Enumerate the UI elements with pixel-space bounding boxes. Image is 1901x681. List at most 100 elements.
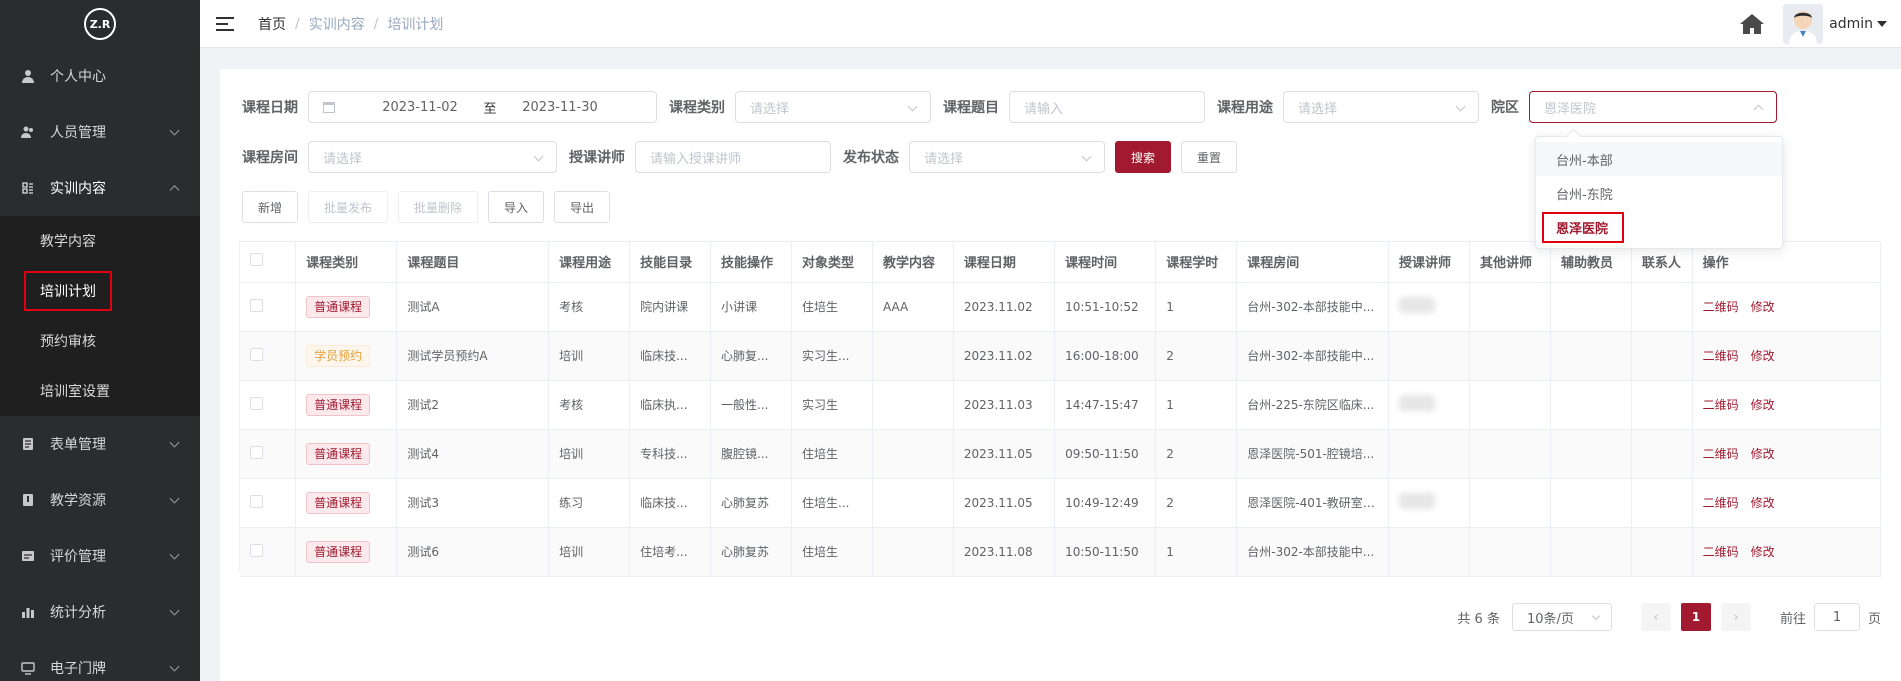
export-button[interactable]: 导出 [554,191,610,223]
table-row[interactable]: 普通课程 测试6 培训 住培考... 心肺复苏 住培生 2023.11.08 10:50-11… [240,527,1882,577]
column-header: 技能目录 [629,242,712,283]
sidebar-subitem-room-settings[interactable]: 培训室设置 [0,366,200,416]
next-page-button[interactable]: › [1720,603,1751,631]
date-start[interactable]: 2023-11-02 [365,100,475,115]
sidebar-subitem-teaching-content[interactable]: 教学内容 [0,216,200,266]
edit-link[interactable]: 修改 [1751,300,1775,314]
row-select-cell[interactable] [240,380,297,430]
sidebar-item-teaching-resources[interactable]: 教学资源 [0,472,200,528]
row-checkbox[interactable] [250,396,263,410]
table-row[interactable]: 普通课程 测试3 练习 临床技... 心肺复苏 住培生... 2023.11.05 10:49… [240,478,1882,528]
qrcode-link[interactable]: 二维码 [1703,300,1739,314]
column-header: 课程类别 [295,242,398,283]
cell-contact [1631,527,1693,577]
cell-other-teacher [1469,380,1551,430]
avatar[interactable] [1783,4,1824,44]
batch-publish-button[interactable]: 批量发布 [308,191,388,223]
title-input[interactable]: 请输入 [1009,91,1205,123]
date-end[interactable]: 2023-11-30 [505,100,615,115]
row-checkbox[interactable] [250,347,263,361]
sidebar-item-electronic-doorplate[interactable]: 电子门牌 [0,640,200,681]
campus-select[interactable]: 恩泽医院 [1529,91,1777,123]
table-row[interactable]: 普通课程 测试4 培训 专科技... 腹腔镜... 住培生 2023.11.05 09:50-… [240,429,1882,479]
table-row[interactable]: 普通课程 测试2 考核 临床执... 一般性... 实习生 2023.11.03 14:47-… [240,380,1882,430]
sidebar-subitem-training-plan[interactable]: 培训计划 [0,266,200,316]
sidebar-item-training-content[interactable]: 实训内容 [0,160,200,216]
cell-room: 台州-302-本部技能中... [1236,282,1390,332]
category-tag: 普通课程 [306,295,371,318]
table-row[interactable]: 普通课程 测试A 考核 院内讲课 小讲课 住培生 AAA 2023.11.02 10:51-10… [240,282,1882,332]
room-select[interactable]: 请选择 [308,141,557,173]
category-select[interactable]: 请选择 [735,91,931,123]
column-header: 课程题目 [396,242,550,283]
row-select-cell[interactable] [240,527,297,577]
chevron-down-icon [1455,101,1466,112]
edit-link[interactable]: 修改 [1751,496,1775,510]
edit-link[interactable]: 修改 [1751,398,1775,412]
cell-room: 恩泽医院-401-教研室/... [1236,478,1390,528]
cell-teach [872,478,954,528]
cell-target: 住培生 [791,527,873,577]
row-checkbox[interactable] [250,543,263,557]
date-range-picker[interactable]: 2023-11-02 至 2023-11-30 [308,91,657,123]
select-all-cell[interactable] [240,242,297,283]
chevron-down-icon [1081,151,1092,162]
cell-purpose: 培训 [548,429,631,479]
reset-button[interactable]: 重置 [1181,141,1237,173]
sidebar-item-statistics[interactable]: 统计分析 [0,584,200,640]
title-label: 课程题目 [943,100,999,116]
edit-link[interactable]: 修改 [1751,447,1775,461]
sidebar-subitem-reservation-review[interactable]: 预约审核 [0,316,200,366]
edit-link[interactable]: 修改 [1751,545,1775,559]
form-icon [20,436,36,452]
evaluate-icon [20,548,36,564]
dropdown-option-enze-hospital[interactable]: 恩泽医院 [1536,210,1782,244]
teacher-input[interactable]: 请输入授课讲师 [635,141,831,173]
search-button[interactable]: 搜索 [1115,141,1171,173]
sidebar-item-personal-center[interactable]: 个人中心 [0,48,200,104]
add-button[interactable]: 新增 [242,191,298,223]
qrcode-link[interactable]: 二维码 [1703,349,1739,363]
prev-page-button[interactable]: ‹ [1640,603,1671,631]
goto-page-input[interactable]: 1 [1813,603,1860,631]
sidebar-item-form-management[interactable]: 表单管理 [0,416,200,472]
cell-other-teacher [1469,331,1551,381]
cell-target: 住培生 [791,429,873,479]
status-label: 发布状态 [843,150,899,166]
qrcode-link[interactable]: 二维码 [1703,496,1739,510]
sidebar-item-evaluation-management[interactable]: 评价管理 [0,528,200,584]
import-button[interactable]: 导入 [488,191,544,223]
edit-link[interactable]: 修改 [1751,349,1775,363]
cell-purpose: 培训 [548,331,631,381]
row-select-cell[interactable] [240,331,297,381]
row-select-cell[interactable] [240,429,297,479]
qrcode-link[interactable]: 二维码 [1703,545,1739,559]
row-select-cell[interactable] [240,478,297,528]
status-select[interactable]: 请选择 [909,141,1105,173]
page-size-select[interactable]: 10条/页 [1511,603,1612,631]
user-name[interactable]: admin [1829,16,1873,32]
status-placeholder: 请选择 [924,151,964,167]
row-checkbox[interactable] [250,445,263,459]
qrcode-link[interactable]: 二维码 [1703,398,1739,412]
breadcrumb-home[interactable]: 首页 [258,14,286,34]
batch-delete-button[interactable]: 批量删除 [398,191,478,223]
cell-skill-dir: 院内讲课 [629,282,712,332]
caret-down-icon[interactable] [1877,21,1887,27]
menu-toggle-icon[interactable] [216,16,234,31]
table-row[interactable]: 学员预约 测试学员预约A 培训 临床技... 心肺复... 实习生... 2023.11.0… [240,331,1882,381]
dropdown-option-taizhou-east[interactable]: 台州-东院 [1536,176,1782,210]
dropdown-option-taizhou-main[interactable]: 台州-本部 [1536,142,1782,176]
purpose-select[interactable]: 请选择 [1283,91,1479,123]
option-label: 恩泽医院 [1542,211,1625,243]
home-icon[interactable] [1739,12,1765,36]
row-select-cell[interactable] [240,282,297,332]
sidebar-item-staff-management[interactable]: 人员管理 [0,104,200,160]
resource-icon [20,492,36,508]
qrcode-link[interactable]: 二维码 [1703,447,1739,461]
chevron-down-icon [169,437,180,448]
select-all-checkbox[interactable] [250,253,263,267]
row-checkbox[interactable] [250,298,263,312]
page-number-current[interactable]: 1 [1680,603,1711,631]
row-checkbox[interactable] [250,494,263,508]
